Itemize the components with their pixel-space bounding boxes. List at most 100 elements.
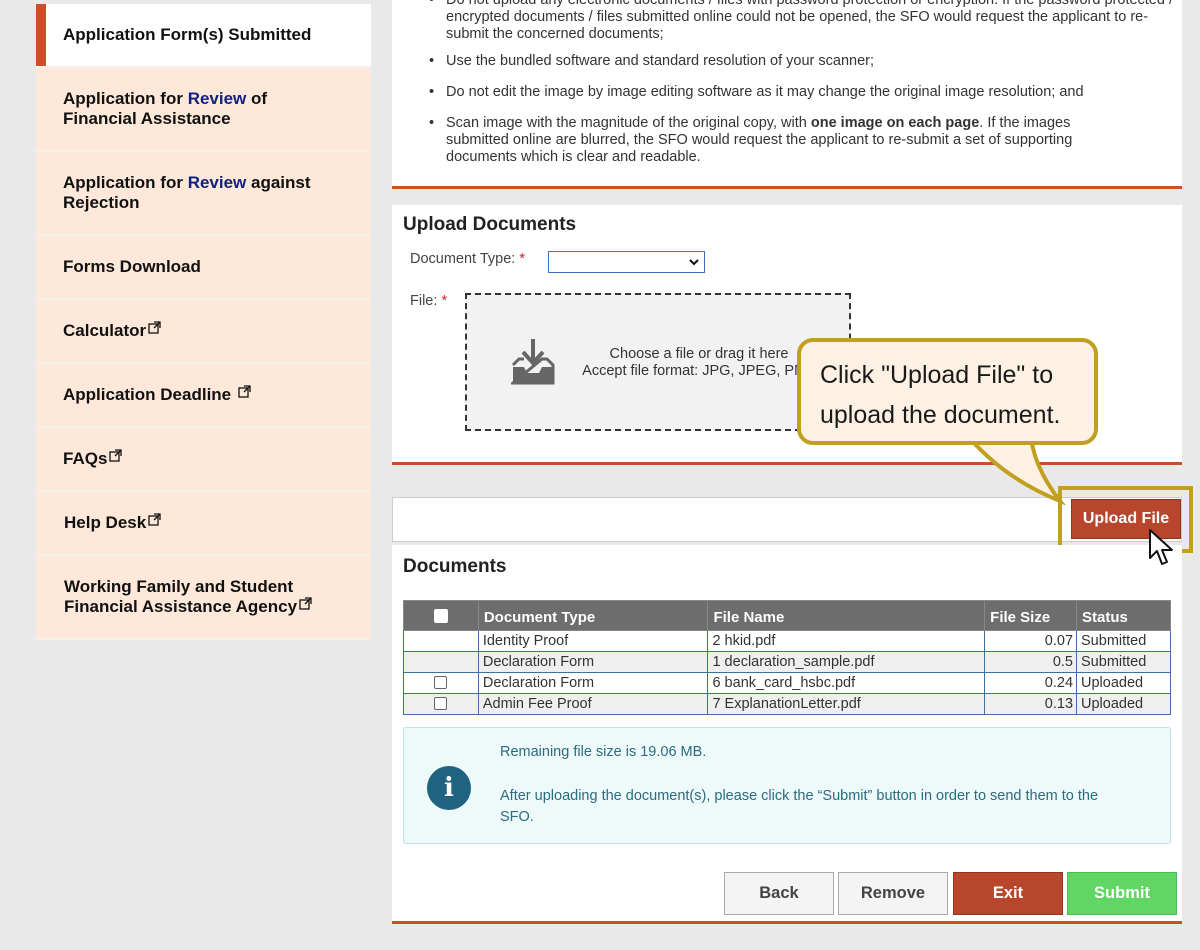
required-mark: * xyxy=(441,293,448,309)
callout-line2: upload the document. xyxy=(820,401,1061,429)
document-type-select[interactable] xyxy=(548,251,705,273)
sidebar-item-review-against-rejection[interactable]: Application for Review against Rejection xyxy=(36,152,371,236)
external-link-icon xyxy=(148,513,161,526)
documents-panel: Documents Document Type File Name File S… xyxy=(392,545,1182,924)
callout-line1: Click "Upload File" to xyxy=(820,361,1054,389)
cell-file-size: 0.5 xyxy=(984,651,1078,673)
guideline-text: Scan image with the magnitude of the ori… xyxy=(446,115,811,131)
table-header-row: Document Type File Name File Size Status xyxy=(403,600,1171,631)
sidebar-item-label: Working Family and Student xyxy=(64,577,294,596)
instruction-line1: After uploading the document(s), please … xyxy=(500,788,1099,804)
cell-document-type: Declaration Form xyxy=(477,672,709,694)
row-select-cell xyxy=(403,651,479,673)
required-mark: * xyxy=(519,251,526,267)
sidebar-item-label: Application Deadline xyxy=(63,385,232,404)
chevron-down-icon xyxy=(689,259,699,266)
guideline-item: • Scan image with the magnitude of the o… xyxy=(429,115,1136,166)
cell-status: Submitted xyxy=(1076,651,1171,673)
remaining-size-text: Remaining file size is 19.06 MB. xyxy=(500,744,707,760)
cell-status: Uploaded xyxy=(1076,693,1171,715)
guideline-item: • Use the bundled software and standard … xyxy=(429,53,1176,70)
table-row: Declaration Form 6 bank_card_hsbc.pdf 0.… xyxy=(403,672,1171,694)
cell-document-type: Identity Proof xyxy=(477,630,709,652)
label-highlight: Review xyxy=(187,173,247,192)
bullet: • xyxy=(429,84,435,100)
bullet: • xyxy=(429,53,435,69)
label-text: File: xyxy=(410,293,438,309)
external-link-icon xyxy=(109,449,123,462)
cell-file-name: 7 ExplanationLetter.pdf xyxy=(707,693,986,715)
info-icon: i xyxy=(427,766,471,810)
sidebar-item-calculator[interactable]: Calculator xyxy=(36,300,371,364)
file-drop-zone[interactable]: Choose a file or drag it here Accept fil… xyxy=(465,293,851,431)
sidebar-item-wfsfaa[interactable]: Working Family and Student Financial Ass… xyxy=(36,556,371,640)
mouse-pointer-icon xyxy=(1149,529,1173,565)
cell-file-size: 0.24 xyxy=(984,672,1078,694)
sidebar-item-label-line2: Financial Assistance Agency xyxy=(64,597,298,616)
cell-file-name: 6 bank_card_hsbc.pdf xyxy=(707,672,986,694)
label-highlight: Review xyxy=(187,89,247,108)
sidebar-item-forms-download[interactable]: Forms Download xyxy=(36,236,371,300)
cell-file-name: 1 declaration_sample.pdf xyxy=(707,651,986,673)
sidebar-item-application-deadline[interactable]: Application Deadline xyxy=(36,364,371,428)
bullet: • xyxy=(429,0,435,8)
external-link-icon xyxy=(299,597,312,610)
guideline-item: • Do not edit the image by image editing… xyxy=(429,84,1176,101)
guideline-text: Do not edit the image by image editing s… xyxy=(446,84,1084,100)
sidebar-item-application-forms-submitted[interactable]: Application Form(s) Submitted xyxy=(36,4,371,68)
sidebar-item-label: Application for Review of Financial Assi… xyxy=(63,89,371,129)
row-select-cell xyxy=(403,630,479,652)
table-row: Admin Fee Proof 7 ExplanationLetter.pdf … xyxy=(403,693,1171,715)
sidebar-item-label: FAQs xyxy=(63,449,108,468)
row-checkbox[interactable] xyxy=(434,697,448,711)
cell-status: Uploaded xyxy=(1076,672,1171,694)
external-link-icon xyxy=(238,385,251,398)
sidebar-item-label: Application for Review against Rejection xyxy=(63,173,371,213)
document-type-label: Document Type: * xyxy=(410,251,525,267)
sidebar-item-label: Application Form(s) Submitted xyxy=(63,25,312,44)
label-suffix: of xyxy=(251,89,268,108)
row-select-cell xyxy=(403,693,479,715)
sidebar-item-label: Help Desk xyxy=(64,513,147,532)
column-header-file-size: File Size xyxy=(984,600,1078,631)
info-notice: i Remaining file size is 19.06 MB. After… xyxy=(403,727,1171,844)
label-prefix: Application for xyxy=(63,173,183,192)
select-all-checkbox[interactable] xyxy=(433,609,448,624)
guideline-bold-text: one image on each page xyxy=(810,115,980,131)
column-header-document-type: Document Type xyxy=(477,600,709,631)
cell-status: Submitted xyxy=(1076,630,1171,652)
back-button[interactable]: Back xyxy=(724,872,834,915)
column-header-status: Status xyxy=(1076,600,1171,631)
sidebar-item-label: Calculator xyxy=(63,321,147,340)
sidebar-item-faqs[interactable]: FAQs xyxy=(36,428,371,492)
bullet: • xyxy=(429,115,435,131)
drop-zone-instruction: Choose a file or drag it here xyxy=(609,346,789,362)
select-all-cell xyxy=(403,600,479,631)
table-row: Identity Proof 2 hkid.pdf 0.07 Submitted xyxy=(403,630,1171,652)
submit-button[interactable]: Submit xyxy=(1067,872,1177,915)
download-tray-icon xyxy=(511,339,555,385)
cell-document-type: Admin Fee Proof xyxy=(477,693,709,715)
sidebar-nav: Application Form(s) Submitted Applicatio… xyxy=(36,4,371,640)
sidebar-item-review-financial-assistance[interactable]: Application for Review of Financial Assi… xyxy=(36,68,371,152)
label-line2: Rejection xyxy=(63,193,140,212)
cell-file-size: 0.13 xyxy=(984,693,1078,715)
upload-documents-title: Upload Documents xyxy=(403,214,577,235)
instruction-line2: SFO. xyxy=(500,809,534,825)
external-link-icon xyxy=(148,321,161,334)
exit-button[interactable]: Exit xyxy=(953,872,1063,915)
cell-document-type: Declaration Form xyxy=(477,651,709,673)
row-checkbox[interactable] xyxy=(434,676,448,690)
upload-guidelines-panel: • Do not upload any electronic documents… xyxy=(392,0,1182,189)
cell-file-size: 0.07 xyxy=(984,630,1078,652)
column-header-file-name: File Name xyxy=(707,600,986,631)
label-suffix: against xyxy=(251,173,311,192)
accepted-formats: Accept file format: JPG, JPEG, PNG xyxy=(582,363,816,379)
tutorial-callout: Click "Upload File" to upload the docume… xyxy=(797,338,1098,445)
remove-button[interactable]: Remove xyxy=(838,872,948,915)
row-select-cell xyxy=(403,672,479,694)
documents-title: Documents xyxy=(403,556,507,577)
sidebar-item-help-desk[interactable]: Help Desk xyxy=(36,492,371,556)
drop-zone-text: Choose a file or drag it here Accept fil… xyxy=(569,346,829,380)
file-label: File: * xyxy=(410,293,447,309)
